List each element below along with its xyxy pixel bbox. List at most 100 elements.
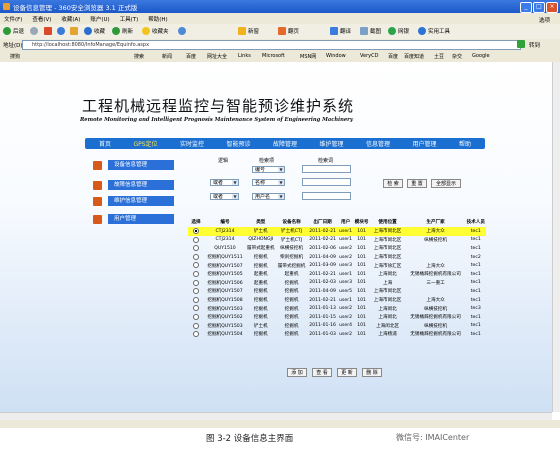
page-button[interactable]: 翻页 xyxy=(278,27,299,35)
nav-gps[interactable]: GPS定位 xyxy=(133,139,157,148)
maximize-button[interactable]: □ xyxy=(533,2,545,13)
radio-button[interactable] xyxy=(193,228,199,235)
fav-item[interactable]: 土豆 xyxy=(434,53,444,60)
term-input-2[interactable] xyxy=(302,178,351,186)
history-button[interactable] xyxy=(178,27,186,35)
nav-info[interactable]: 信息管理 xyxy=(366,139,390,148)
nav-fault[interactable]: 故障管理 xyxy=(273,139,297,148)
table-row[interactable]: 挖掘机QUY1507 挖掘机 履带式挖掘机 2011-03-09 user3 101 上海市… xyxy=(188,261,486,270)
translate-button[interactable]: 翻译 xyxy=(330,27,351,35)
edit-button[interactable]: 更 新 xyxy=(337,368,357,377)
fav-item[interactable]: Google xyxy=(472,53,490,59)
screenshot-button[interactable]: 截图 xyxy=(360,27,381,35)
menu-view[interactable]: 查看(V) xyxy=(28,13,55,23)
table-row[interactable]: CTJ2314 铲土机 铲土机CTJ 2011-02-21 user1 101 上海市闵北区… xyxy=(188,227,486,236)
row-radio[interactable] xyxy=(188,270,204,279)
fav-item[interactable]: 网址大全 xyxy=(207,53,227,60)
menu-file[interactable]: 文件(F) xyxy=(0,13,26,23)
nav-prognosis[interactable]: 智能预诊 xyxy=(227,139,251,148)
radio-button[interactable] xyxy=(193,331,199,338)
table-row[interactable]: 挖掘机QUY1507 挖掘机 挖掘机 2011-04-09 user5 101 上海市闵北区… xyxy=(188,287,486,296)
logic-select-2[interactable]: 或者 xyxy=(210,179,239,186)
radio-button[interactable] xyxy=(193,271,199,278)
radio-button[interactable] xyxy=(193,313,199,320)
table-row[interactable]: 挖掘机QUY1505 起重机 起重机 2011-02-21 user1 101 上海闵北 无锡… xyxy=(188,270,486,279)
favorites-folder-button[interactable]: 收藏夹 xyxy=(142,27,169,35)
field-select-1[interactable]: 编号 xyxy=(252,166,285,173)
delete-button[interactable]: 删 除 xyxy=(362,368,382,377)
radio-button[interactable] xyxy=(193,288,199,295)
row-radio[interactable] xyxy=(188,279,204,288)
fav-item[interactable]: 杂交 xyxy=(452,53,462,60)
row-radio[interactable] xyxy=(188,244,204,253)
row-radio[interactable] xyxy=(188,227,204,236)
menu-tools[interactable]: 工具(T) xyxy=(116,13,143,23)
table-row[interactable]: 挖掘机QUY1502 挖掘机 挖掘机 2011-01-15 user2 101 上海闵北 无锡… xyxy=(188,313,486,322)
logic-select-3[interactable]: 或者 xyxy=(210,193,239,200)
fav-item[interactable]: Microsoft xyxy=(262,53,285,59)
radio-button[interactable] xyxy=(193,322,199,329)
row-radio[interactable] xyxy=(188,296,204,305)
radio-button[interactable] xyxy=(193,279,199,286)
row-radio[interactable] xyxy=(188,304,204,313)
add-button[interactable]: 添 加 xyxy=(287,368,307,377)
options-menu[interactable]: 选项 xyxy=(535,14,554,24)
term-input-1[interactable] xyxy=(302,165,351,173)
menu-account[interactable]: 账户(U) xyxy=(86,13,113,23)
radio-button[interactable] xyxy=(193,236,199,243)
radio-button[interactable] xyxy=(193,296,199,303)
fav-item[interactable]: 搜索 xyxy=(134,53,144,60)
radio-button[interactable] xyxy=(193,253,199,260)
fav-item[interactable]: 百度 xyxy=(186,53,196,60)
fav-item[interactable]: Links xyxy=(238,53,251,59)
row-radio[interactable] xyxy=(188,322,204,331)
nav-help[interactable]: 帮助 xyxy=(459,139,471,148)
view-button[interactable]: 查 看 xyxy=(312,368,332,377)
row-radio[interactable] xyxy=(188,253,204,262)
close-button[interactable]: × xyxy=(546,2,558,13)
search-button[interactable]: 检 索 xyxy=(383,179,403,188)
back-button[interactable]: 后退 xyxy=(3,27,24,35)
vertical-scrollbar[interactable] xyxy=(552,62,560,412)
sidebar-item-maintenance[interactable]: 维护信息管理 xyxy=(93,196,174,206)
go-arrow-icon[interactable] xyxy=(517,40,525,48)
radio-button[interactable] xyxy=(193,245,199,252)
bank-button[interactable]: 网银 xyxy=(388,27,409,35)
menu-favorites[interactable]: 收藏(A) xyxy=(57,13,84,23)
refresh-button[interactable] xyxy=(57,27,65,35)
reset-button[interactable]: 重 置 xyxy=(407,179,427,188)
table-row[interactable]: 挖掘机QUY1504 挖掘机 挖掘机 2011-01-03 user2 101 上海杨浦 无锡… xyxy=(188,330,486,339)
radio-button[interactable] xyxy=(193,305,199,312)
radio-button[interactable] xyxy=(193,262,199,269)
fav-item[interactable]: 百度知道 xyxy=(404,53,424,60)
row-radio[interactable] xyxy=(188,330,204,339)
home-button[interactable] xyxy=(70,27,78,35)
row-radio[interactable] xyxy=(188,236,204,245)
fav-item[interactable]: Window xyxy=(326,53,346,59)
fav-item[interactable]: 搜狗 xyxy=(10,53,20,60)
forward-button[interactable] xyxy=(30,27,38,35)
refresh-toolbar-button[interactable]: 刷新 xyxy=(112,27,133,35)
fav-item[interactable]: VeryCD xyxy=(360,53,378,59)
table-row[interactable]: 挖掘机QUY1508 挖掘机 挖掘机 2011-02-21 user1 101 上海市闵北区… xyxy=(188,296,486,305)
table-row[interactable]: 挖掘机QUY1511 挖掘机 柴刹挖掘机 2011-04-09 user2 101 上海市闵… xyxy=(188,253,486,262)
nav-maintenance[interactable]: 维护管理 xyxy=(319,139,343,148)
row-radio[interactable] xyxy=(188,313,204,322)
nav-users[interactable]: 用户管理 xyxy=(412,139,436,148)
fav-item[interactable]: 百度 xyxy=(388,53,398,60)
term-input-3[interactable] xyxy=(302,192,351,200)
sidebar-item-equipment[interactable]: 设备信息管理 xyxy=(93,160,174,170)
minimize-button[interactable]: _ xyxy=(520,2,532,13)
row-radio[interactable] xyxy=(188,261,204,270)
field-select-2[interactable]: 名称 xyxy=(252,179,285,186)
go-button[interactable]: 转到 xyxy=(529,41,540,49)
url-input[interactable]: http://localhost:8080/InfoManage/Equinfo… xyxy=(22,40,521,50)
sidebar-item-users[interactable]: 用户管理 xyxy=(93,214,174,224)
new-window-button[interactable]: 新窗 xyxy=(238,27,259,35)
tools-button[interactable]: 实用工具 xyxy=(418,27,450,35)
field-select-3[interactable]: 用户名 xyxy=(252,193,285,200)
stop-button[interactable] xyxy=(44,27,52,35)
table-row[interactable]: QUY1510 履带式起重机 纵横技挖机 2011-02-06 user2 101 上海市闵… xyxy=(188,244,486,253)
table-row[interactable]: 挖掘机QUY1503 铲土机 挖掘机 2011-01-16 user4 101 上海闵北区 纵… xyxy=(188,322,486,331)
nav-home[interactable]: 首页 xyxy=(99,139,111,148)
